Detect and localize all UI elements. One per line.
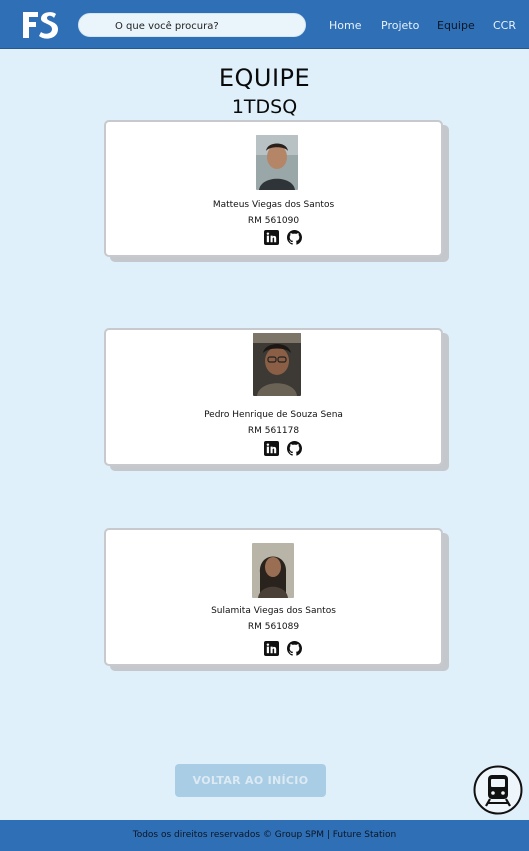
linkedin-icon[interactable] <box>264 641 279 656</box>
site-footer: Todos os direitos reservados © Group SPM… <box>0 820 529 851</box>
github-icon[interactable] <box>287 230 302 245</box>
member-rm: RM 561089 <box>247 622 300 632</box>
site-header: Home Projeto Equipe CCR <box>0 0 529 49</box>
linkedin-icon[interactable] <box>264 230 279 245</box>
member-name: Sulamita Viegas dos Santos <box>211 606 336 616</box>
member-card: Matteus Viegas dos Santos RM 561090 <box>104 120 443 257</box>
social-links <box>106 641 441 657</box>
search-bar[interactable] <box>78 13 306 38</box>
page-title: EQUIPE <box>218 64 311 92</box>
train-icon[interactable] <box>473 765 523 815</box>
member-card: Pedro Henrique de Souza Sena RM 561178 <box>104 328 443 466</box>
member-photo <box>253 333 301 396</box>
page-subtitle: 1TDSQ <box>231 96 298 118</box>
footer-copyright: Todos os direitos reservados © Group SPM… <box>132 830 397 840</box>
member-rm: RM 561090 <box>247 216 300 226</box>
member-name: Pedro Henrique de Souza Sena <box>204 410 343 420</box>
member-rm: RM 561178 <box>247 426 300 436</box>
social-links <box>106 230 441 246</box>
nav-equipe[interactable]: Equipe <box>437 19 475 32</box>
member-photo <box>256 135 298 190</box>
member-card: Sulamita Viegas dos Santos RM 561089 <box>104 528 443 666</box>
nav-home[interactable]: Home <box>329 19 361 32</box>
linkedin-icon[interactable] <box>264 441 279 456</box>
nav-ccr[interactable]: CCR <box>493 19 516 32</box>
logo[interactable] <box>20 9 60 41</box>
github-icon[interactable] <box>287 441 302 456</box>
search-input[interactable] <box>79 15 305 38</box>
nav-projeto[interactable]: Projeto <box>381 19 419 32</box>
back-to-home-button[interactable]: VOLTAR AO INÍCIO <box>175 764 326 797</box>
github-icon[interactable] <box>287 641 302 656</box>
member-name: Matteus Viegas dos Santos <box>212 200 335 210</box>
member-photo <box>252 543 294 598</box>
social-links <box>106 441 441 457</box>
